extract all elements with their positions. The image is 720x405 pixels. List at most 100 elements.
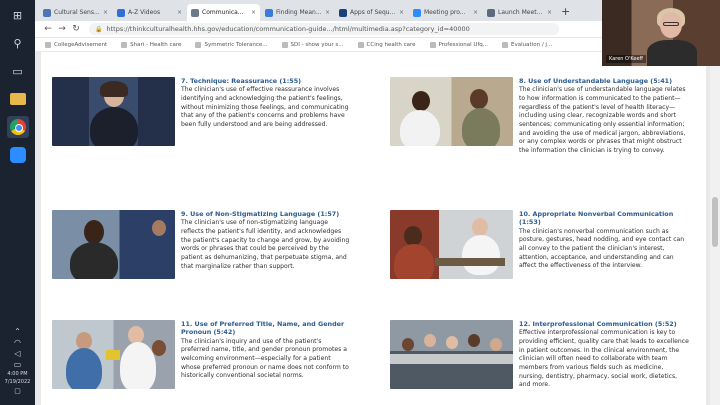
notifications-icon[interactable]: ▢ (14, 387, 21, 395)
video-duration: (5:42) (213, 328, 236, 337)
bookmark-item[interactable]: Shari - Health care (121, 41, 182, 48)
video-info: 10. Appropriate Nonverbal Communication … (519, 210, 689, 279)
video-thumbnail[interactable] (390, 77, 513, 146)
video-info: 8. Use of Understandable Language (5:41)… (519, 77, 689, 155)
back-icon[interactable]: ← (41, 24, 55, 34)
browser-tab[interactable]: Apps of Sequ... × (335, 4, 408, 21)
video-grid: 7. Technique: Reassurance (1:55) The cli… (41, 52, 706, 405)
browser-tab[interactable]: Cultural Sens... × (39, 4, 112, 21)
bookmark-label: Evaluation / j... (511, 41, 553, 48)
browser-tab[interactable]: Launch Meet... × (483, 4, 556, 21)
file-explorer-icon[interactable] (7, 88, 29, 110)
new-tab-icon[interactable]: + (557, 5, 574, 21)
browser-tab[interactable]: Finding Mean... × (261, 4, 334, 21)
webcam-video-overlay[interactable]: Karen O'Keeff (602, 0, 720, 66)
video-title-link[interactable]: 11. Use of Preferred Title, Name, and Ge… (181, 320, 351, 337)
taskbar-clock[interactable]: 4:00 PM (7, 371, 27, 377)
close-tab-icon[interactable]: × (473, 9, 478, 16)
video-card[interactable]: 7. Technique: Reassurance (1:55) The cli… (52, 77, 351, 146)
tab-label: Communica... (202, 9, 244, 16)
bookmark-label: Shari - Health care (130, 41, 182, 48)
video-title: 9. Use of Non-Stigmatizing Language (181, 210, 316, 218)
chevron-up-icon[interactable]: ⌃ (14, 327, 21, 336)
video-card[interactable]: 10. Appropriate Nonverbal Communication … (390, 210, 689, 279)
bookmark-item[interactable]: CCing health care (357, 41, 416, 48)
search-icon[interactable]: ⚲ (7, 32, 29, 54)
zoom-icon[interactable] (7, 144, 29, 166)
video-info: 7. Technique: Reassurance (1:55) The cli… (181, 77, 351, 146)
bookmark-favicon-icon (195, 41, 202, 48)
volume-icon[interactable]: ◁ (14, 349, 20, 358)
video-description: The clinician's use of effective reassur… (181, 86, 349, 128)
browser-tab[interactable]: Communica... × (187, 4, 260, 21)
video-thumbnail[interactable] (52, 210, 175, 279)
forward-icon[interactable]: → (55, 24, 69, 34)
video-card[interactable]: 12. Interprofessional Communication (5:5… (390, 320, 689, 390)
video-description: The clinician's inquiry and use of the p… (181, 337, 349, 380)
video-title-link[interactable]: 7. Technique: Reassurance (1:55) (181, 77, 351, 85)
video-duration: (1:53) (519, 218, 541, 227)
bookmark-item[interactable]: Professional Ufq... (429, 41, 489, 48)
video-thumbnail[interactable] (390, 320, 513, 389)
video-title-link[interactable]: 8. Use of Understandable Language (5:41) (519, 77, 689, 85)
video-thumbnail[interactable] (52, 77, 175, 146)
taskbar-date[interactable]: 7/19/2022 (5, 379, 31, 385)
video-title-link[interactable]: 10. Appropriate Nonverbal Communication … (519, 210, 689, 227)
vertical-scrollbar[interactable] (710, 52, 720, 405)
video-duration: (1:55) (279, 77, 302, 85)
bookmark-label: Professional Ufq... (438, 41, 489, 48)
video-description: The clinician's nonverbal communication … (519, 227, 685, 270)
tab-label: Cultural Sens... (54, 9, 100, 16)
tab-favicon-icon (191, 8, 199, 17)
close-tab-icon[interactable]: × (399, 9, 404, 16)
video-title: 11. Use of Preferred Title, Name, and Ge… (181, 320, 345, 337)
bookmark-item[interactable]: Evaluation / j... (502, 41, 553, 48)
windows-start-icon[interactable]: ⊞ (7, 4, 29, 26)
address-url: https://thinkculturalhealth.hhs.gov/educ… (106, 25, 470, 33)
tab-label: A-Z Videos (128, 9, 161, 16)
tab-label: Meeting pro... (424, 9, 466, 16)
video-duration: (5:52) (654, 320, 677, 328)
video-info: 12. Interprofessional Communication (5:5… (519, 320, 689, 390)
video-title: 12. Interprofessional Communication (519, 320, 653, 328)
video-title-link[interactable]: 9. Use of Non-Stigmatizing Language (1:5… (181, 210, 351, 218)
chrome-icon[interactable] (6, 116, 29, 138)
web-page: 7. Technique: Reassurance (1:55) The cli… (35, 52, 710, 405)
tab-favicon-icon (413, 8, 421, 17)
tab-label: Launch Meet... (498, 9, 543, 16)
battery-icon[interactable]: ▭ (14, 360, 22, 369)
scrollbar-thumb[interactable] (712, 197, 718, 247)
video-title: 7. Technique: Reassurance (181, 77, 278, 85)
bookmark-item[interactable]: Symmetric Tolerance... (195, 41, 268, 48)
video-card[interactable]: 11. Use of Preferred Title, Name, and Ge… (52, 320, 351, 389)
close-tab-icon[interactable]: × (177, 9, 182, 16)
browser-tab[interactable]: A-Z Videos × (113, 4, 186, 21)
tab-favicon-icon (265, 8, 273, 17)
video-title: 10. Appropriate Nonverbal Communication (519, 210, 674, 218)
video-thumbnail[interactable] (52, 320, 175, 389)
tab-favicon-icon (117, 8, 125, 17)
reload-icon[interactable]: ↻ (69, 24, 83, 34)
task-view-icon[interactable]: ▭ (7, 60, 29, 82)
video-card[interactable]: 8. Use of Understandable Language (5:41)… (390, 77, 689, 155)
close-tab-icon[interactable]: × (251, 9, 256, 16)
browser-tab[interactable]: Meeting pro... × (409, 4, 482, 21)
close-tab-icon[interactable]: × (103, 9, 108, 16)
bookmark-label: CollegeAdvisement (54, 41, 108, 48)
video-thumbnail[interactable] (390, 210, 513, 279)
wifi-icon[interactable]: ◠ (14, 338, 21, 347)
video-title-link[interactable]: 12. Interprofessional Communication (5:5… (519, 320, 689, 328)
video-card[interactable]: 9. Use of Non-Stigmatizing Language (1:5… (52, 210, 351, 279)
bookmark-label: SDI - show your s... (290, 41, 344, 48)
video-title: 8. Use of Understandable Language (519, 77, 649, 85)
tab-favicon-icon (339, 8, 347, 17)
close-tab-icon[interactable]: × (547, 9, 552, 16)
windows-taskbar: ⊞ ⚲ ▭ ⌃ ◠ ◁ ▭ 4:00 PM 7/19/2022 ▢ (0, 0, 35, 405)
video-info: 9. Use of Non-Stigmatizing Language (1:5… (181, 210, 351, 279)
bookmark-item[interactable]: SDI - show your s... (281, 41, 344, 48)
bookmark-favicon-icon (429, 41, 436, 48)
address-bar[interactable]: 🔒 https://thinkculturalhealth.hhs.gov/ed… (89, 23, 559, 35)
tab-favicon-icon (43, 8, 51, 17)
bookmark-item[interactable]: CollegeAdvisement (45, 41, 108, 48)
close-tab-icon[interactable]: × (325, 9, 330, 16)
